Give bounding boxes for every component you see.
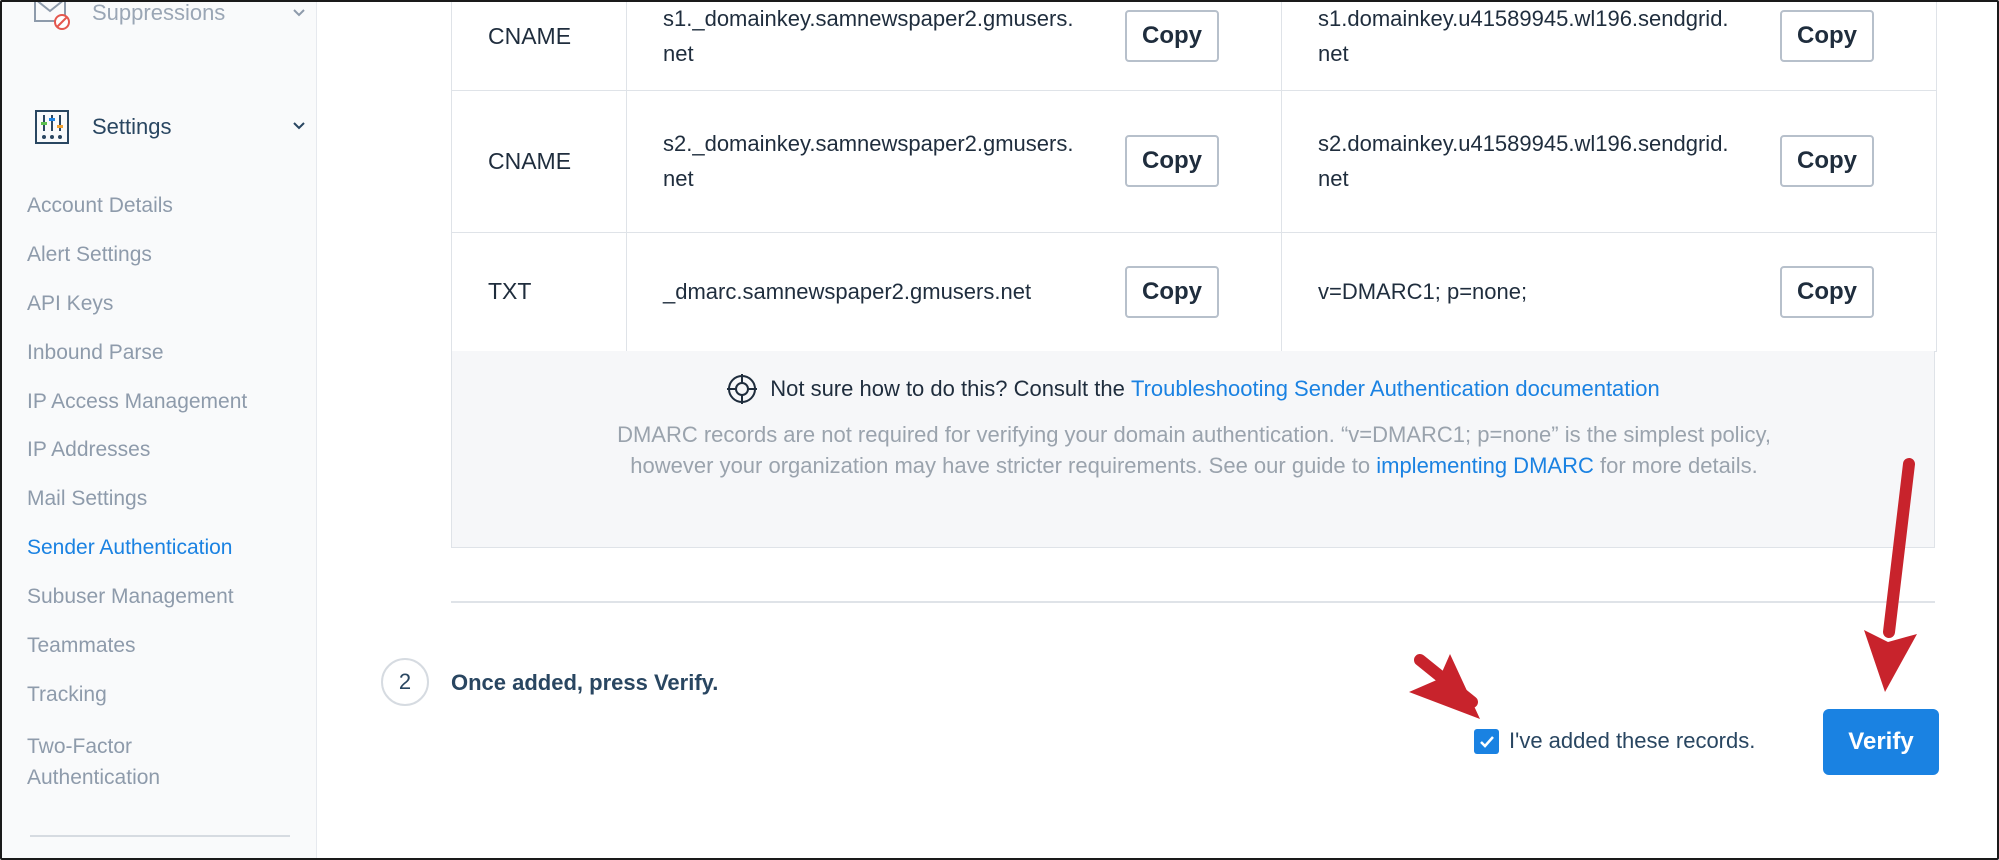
sidebar-section-label: Suppressions [92,0,226,25]
sliders-icon [32,107,72,147]
sidebar-item-api-keys[interactable]: API Keys [27,292,113,316]
sidebar-section-settings[interactable]: Settings [32,107,305,147]
chevron-down-icon [290,117,308,135]
envelope-block-icon [32,2,72,34]
copy-value-button[interactable]: Copy [1780,265,1874,318]
help-note: Not sure how to do this? Consult the Tro… [451,351,1935,548]
sidebar-item-tracking[interactable]: Tracking [27,683,107,707]
sidebar-item-inbound-parse[interactable]: Inbound Parse [27,341,164,365]
main-content: CNAME s1._domainkey.samnewspaper2.gmuser… [318,2,1997,858]
record-value: v=DMARC1; p=none; [1318,279,1528,304]
sidebar-section-suppressions[interactable]: Suppressions [32,0,305,42]
record-host: s2._domainkey.samnewspaper2.gmusers.net [663,131,1074,191]
record-value-cell: v=DMARC1; p=none; Copy [1281,232,1936,351]
record-host-cell: s2._domainkey.samnewspaper2.gmusers.net … [626,90,1281,232]
record-host-cell: _dmarc.samnewspaper2.gmusers.net Copy [626,232,1281,351]
help-note-body: DMARC records are not required for verif… [574,419,1814,481]
sidebar-item-teammates[interactable]: Teammates [27,634,136,658]
record-value: s1.domainkey.u41589945.wl196.sendgrid.ne… [1318,6,1729,66]
table-row: CNAME s2._domainkey.samnewspaper2.gmuser… [452,90,1936,233]
sidebar-section-label: Settings [92,114,172,139]
sidebar-item-ip-addresses[interactable]: IP Addresses [27,438,150,462]
help-note-text-end: for more details. [1593,453,1758,478]
verify-button[interactable]: Verify [1823,709,1939,775]
sidebar-item-subuser-management[interactable]: Subuser Management [27,585,234,609]
sidebar-item-sender-authentication[interactable]: Sender Authentication [27,536,233,560]
help-note-prefix: Not sure how to do this? Consult the [770,376,1131,401]
sidebar-item-two-factor-authentication[interactable]: Two-Factor Authentication [27,731,160,793]
app-frame: Suppressions Settings Account Details Al… [0,0,1999,860]
record-host: _dmarc.samnewspaper2.gmusers.net [663,279,1032,304]
record-type: TXT [488,278,532,304]
record-type: CNAME [488,147,572,174]
sidebar-item-account-details[interactable]: Account Details [27,194,173,218]
implementing-dmarc-link[interactable]: implementing DMARC [1376,453,1594,478]
copy-host-button[interactable]: Copy [1125,265,1219,318]
record-value-cell: s1.domainkey.u41589945.wl196.sendgrid.ne… [1281,2,1936,90]
record-value: s2.domainkey.u41589945.wl196.sendgrid.ne… [1318,131,1729,191]
sidebar-item-mail-settings[interactable]: Mail Settings [27,487,147,511]
records-added-label[interactable]: I've added these records. [1509,728,1755,754]
sidebar-item-ip-access-management[interactable]: IP Access Management [27,390,247,414]
table-row: TXT _dmarc.samnewspaper2.gmusers.net Cop… [452,232,1936,352]
table-row: CNAME s1._domainkey.samnewspaper2.gmuser… [452,2,1936,91]
sidebar-item-alert-settings[interactable]: Alert Settings [27,243,152,267]
record-type: CNAME [488,22,572,49]
sidebar-divider [30,835,290,837]
copy-value-button[interactable]: Copy [1780,135,1874,187]
dns-records-table: CNAME s1._domainkey.samnewspaper2.gmuser… [451,2,1937,352]
record-host-cell: s1._domainkey.samnewspaper2.gmusers.net … [626,2,1281,90]
step-instruction: Once added, press Verify. [451,670,719,695]
sidebar: Suppressions Settings Account Details Al… [2,0,317,858]
help-note-heading: Not sure how to do this? Consult the Tro… [452,373,1934,405]
lifebuoy-icon [726,373,758,405]
troubleshooting-docs-link[interactable]: Troubleshooting Sender Authentication do… [1131,376,1660,402]
copy-value-button[interactable]: Copy [1780,10,1874,62]
checkmark-icon [1479,735,1494,748]
step-number-badge: 2 [381,658,429,706]
record-host: s1._domainkey.samnewspaper2.gmusers.net [663,6,1074,66]
copy-host-button[interactable]: Copy [1125,135,1219,187]
section-divider [451,601,1935,603]
records-added-checkbox[interactable] [1474,729,1499,754]
chevron-down-icon [290,4,308,22]
copy-host-button[interactable]: Copy [1125,10,1219,62]
record-value-cell: s2.domainkey.u41589945.wl196.sendgrid.ne… [1281,90,1936,232]
